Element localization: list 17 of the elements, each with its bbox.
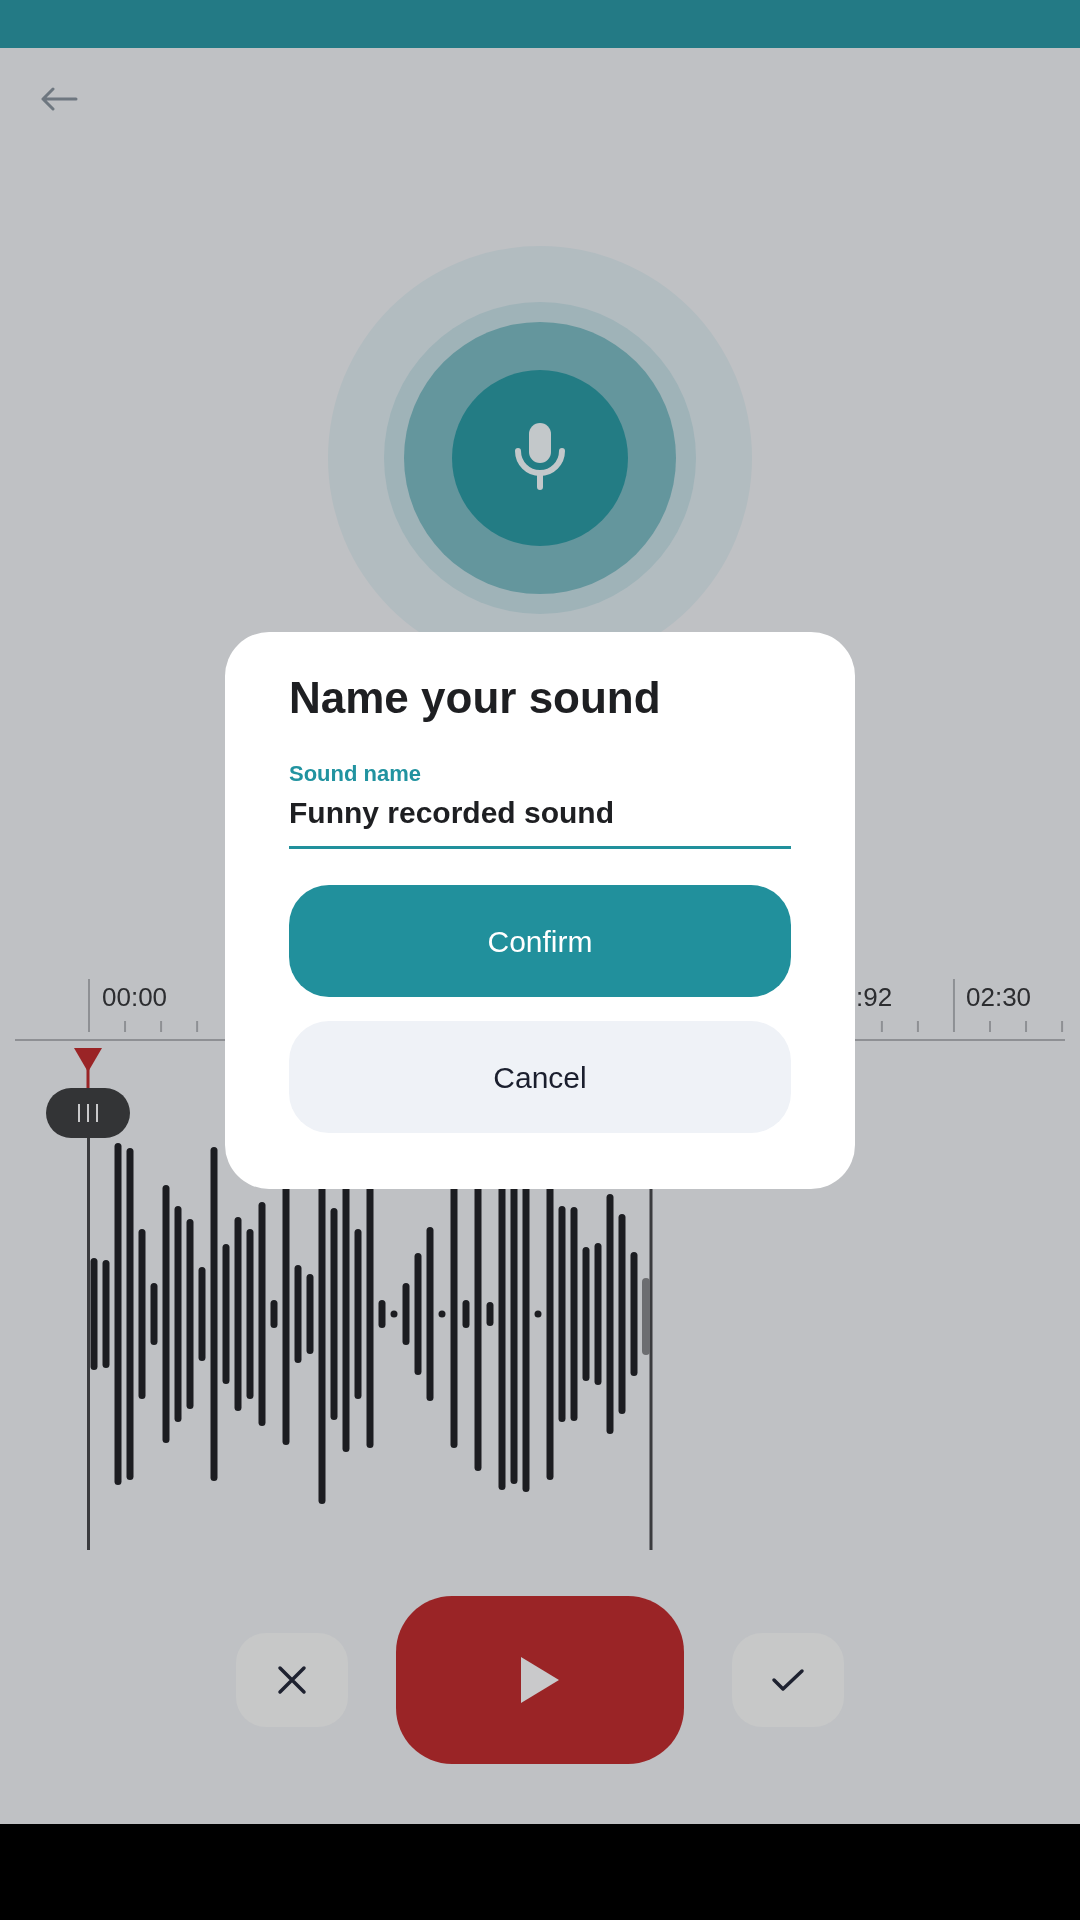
time-label: 00:00 [102, 982, 168, 1012]
microphone-icon [515, 423, 565, 490]
discard-button[interactable] [236, 1633, 348, 1727]
sound-name-input[interactable]: Funny recorded sound [289, 793, 791, 850]
dialog-title: Name your sound [289, 672, 662, 724]
back-arrow-icon [40, 87, 78, 111]
play-icon [521, 1657, 559, 1703]
cancel-button[interactable]: Cancel [289, 1021, 791, 1134]
play-button[interactable] [396, 1596, 684, 1764]
close-icon [277, 1665, 307, 1695]
field-label: Sound name [289, 760, 422, 788]
time-label: :92 [856, 982, 893, 1012]
time-label: 02:30 [966, 982, 1032, 1012]
playhead[interactable] [46, 1048, 130, 1550]
trim-handle[interactable] [642, 1278, 650, 1355]
confirm-button[interactable]: Confirm [289, 885, 791, 998]
checkmark-icon [771, 1668, 805, 1693]
